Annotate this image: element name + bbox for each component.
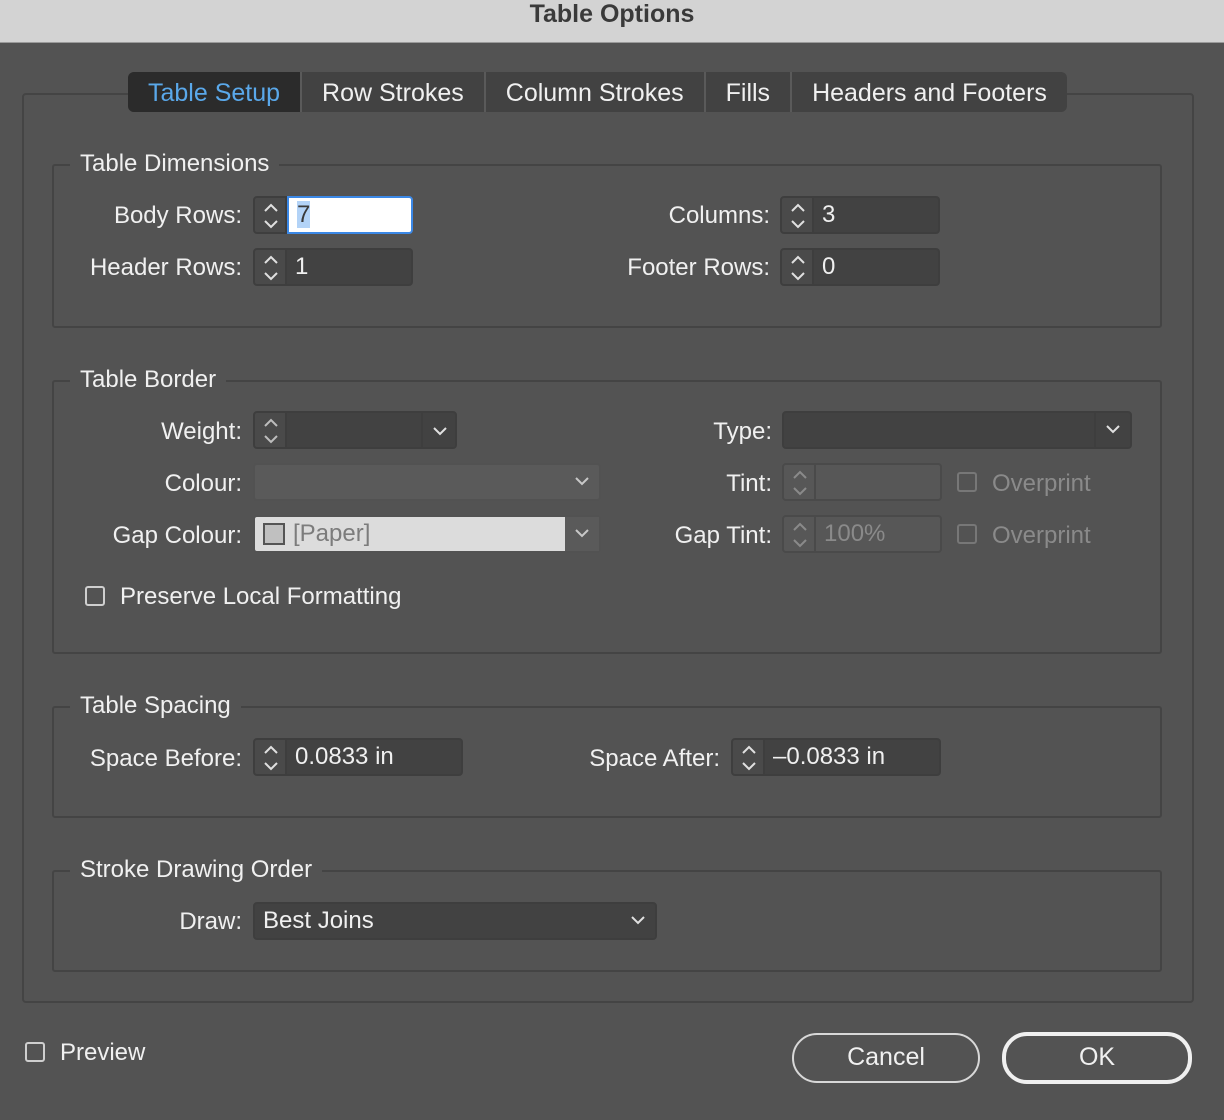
tint-input[interactable]: [816, 463, 942, 501]
preserve-local-formatting-checkbox[interactable]: [85, 586, 105, 606]
draw-value: Best Joins: [263, 907, 374, 934]
gap-tint-label: Gap Tint:: [674, 522, 772, 549]
tab-fills[interactable]: Fills: [706, 72, 793, 112]
stepper-arrows-icon: [793, 522, 807, 548]
chevron-down-icon: [575, 529, 589, 538]
preserve-local-formatting-label: Preserve Local Formatting: [120, 583, 402, 610]
cancel-button[interactable]: Cancel: [792, 1033, 980, 1083]
paper-swatch-icon: [263, 523, 285, 545]
gap-colour-label: Gap Colour:: [112, 522, 242, 549]
overprint-label-1: Overprint: [992, 470, 1091, 497]
space-before-stepper[interactable]: [253, 738, 287, 776]
body-rows-input[interactable]: 7: [287, 196, 413, 234]
overprint-checkbox-1[interactable]: [957, 472, 977, 492]
space-after-input[interactable]: –0.0833 in: [765, 738, 941, 776]
tab-column-strokes[interactable]: Column Strokes: [486, 72, 706, 112]
stepper-arrows-icon: [791, 255, 805, 281]
type-dropdown[interactable]: [782, 411, 1132, 449]
footer-rows-stepper[interactable]: [780, 248, 814, 286]
tab-headers-and-footers[interactable]: Headers and Footers: [792, 72, 1067, 112]
colour-label: Colour:: [164, 470, 242, 497]
stepper-arrows-icon: [264, 418, 278, 444]
draw-label: Draw:: [179, 908, 242, 935]
header-rows-input[interactable]: 1: [287, 248, 413, 286]
stepper-arrows-icon: [791, 203, 805, 229]
overprint-label-2: Overprint: [992, 522, 1091, 549]
table-spacing-legend: Table Spacing: [70, 692, 241, 720]
gap-tint-input[interactable]: 100%: [816, 515, 942, 553]
weight-stepper[interactable]: [253, 411, 287, 449]
gap-colour-value: [Paper]: [293, 520, 371, 547]
body-rows-value: 7: [297, 201, 311, 228]
body-rows-label: Body Rows:: [113, 202, 242, 229]
chevron-down-icon: [575, 477, 589, 486]
header-rows-stepper[interactable]: [253, 248, 287, 286]
body-rows-stepper[interactable]: [253, 196, 287, 234]
type-label: Type:: [713, 418, 772, 445]
weight-label: Weight:: [161, 418, 242, 445]
footer-rows-input[interactable]: 0: [814, 248, 940, 286]
stepper-arrows-icon: [264, 745, 278, 771]
columns-input[interactable]: 3: [814, 196, 940, 234]
footer-rows-label: Footer Rows:: [627, 254, 770, 281]
columns-label: Columns:: [668, 202, 770, 229]
draw-dropdown[interactable]: Best Joins: [253, 902, 657, 940]
chevron-down-icon: [433, 427, 447, 436]
tab-table-setup[interactable]: Table Setup: [128, 72, 303, 112]
space-before-label: Space Before:: [89, 745, 242, 772]
preview-label: Preview: [60, 1039, 146, 1066]
chevron-down-icon: [631, 916, 645, 925]
header-rows-label: Header Rows:: [89, 254, 242, 281]
stepper-arrows-icon: [264, 203, 278, 229]
tab-bar: Table Setup Row Strokes Column Strokes F…: [128, 72, 1067, 112]
table-border-legend: Table Border: [70, 366, 227, 394]
space-after-stepper[interactable]: [731, 738, 765, 776]
tint-label: Tint:: [726, 470, 772, 497]
columns-stepper[interactable]: [780, 196, 814, 234]
stroke-drawing-order-legend: Stroke Drawing Order: [70, 856, 323, 884]
window-title: Table Options: [529, 0, 695, 28]
colour-dropdown-arrow: [565, 465, 599, 499]
space-before-input[interactable]: 0.0833 in: [287, 738, 463, 776]
overprint-checkbox-2[interactable]: [957, 524, 977, 544]
preview-checkbox[interactable]: [25, 1042, 45, 1062]
chevron-down-icon: [1106, 425, 1120, 434]
title-bar: Table Options: [0, 0, 1224, 43]
weight-dropdown-button[interactable]: [421, 411, 457, 449]
tab-row-strokes[interactable]: Row Strokes: [302, 72, 486, 112]
stepper-arrows-icon: [742, 745, 756, 771]
stepper-arrows-icon: [793, 470, 807, 496]
ok-button[interactable]: OK: [1002, 1032, 1192, 1084]
gap-colour-dropdown-arrow: [565, 517, 599, 551]
gap-colour-dropdown[interactable]: [Paper]: [253, 515, 601, 553]
type-dropdown-arrow: [1094, 413, 1130, 447]
draw-dropdown-arrow: [621, 904, 655, 938]
stepper-arrows-icon: [264, 255, 278, 281]
table-dimensions-legend: Table Dimensions: [70, 150, 280, 178]
table-dimensions-group: [52, 164, 1162, 328]
tint-stepper[interactable]: [782, 463, 816, 501]
weight-input[interactable]: [287, 411, 423, 449]
gap-tint-stepper[interactable]: [782, 515, 816, 553]
space-after-label: Space After:: [589, 745, 720, 772]
colour-dropdown[interactable]: [253, 463, 601, 501]
